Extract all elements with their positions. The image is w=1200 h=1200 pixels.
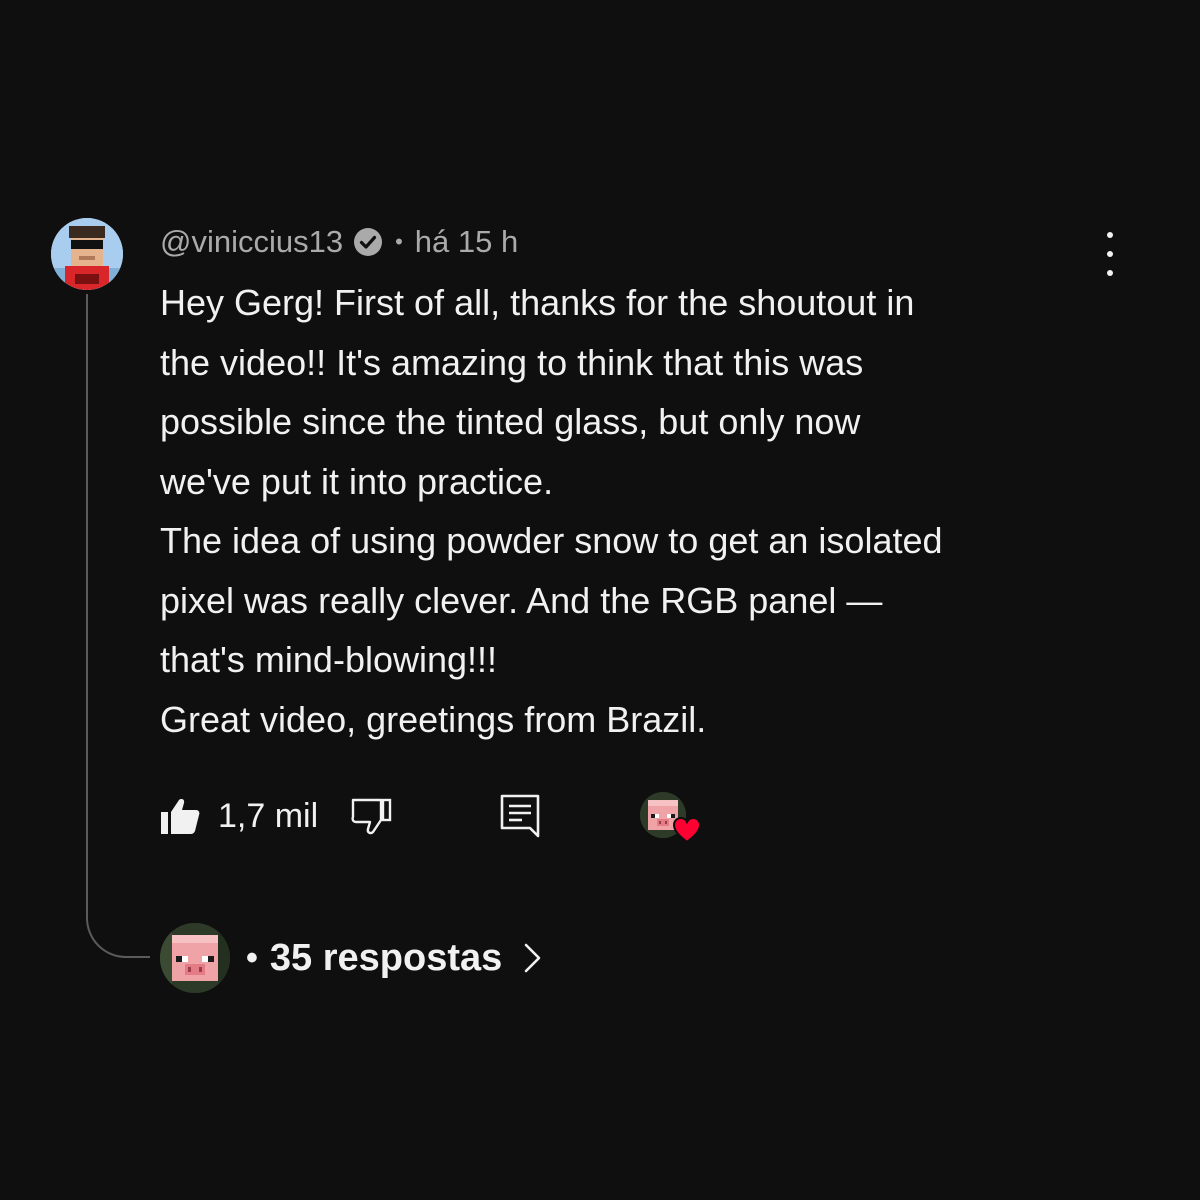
author-name[interactable]: @viniccius13 — [160, 224, 343, 260]
comment-actions: 1,7 mil — [158, 790, 718, 846]
comment-line: possible since the tinted glass, but onl… — [160, 401, 861, 442]
creator-heart-badge — [640, 792, 704, 846]
comment-line: Hey Gerg! First of all, thanks for the s… — [160, 282, 915, 323]
reply-button[interactable] — [498, 792, 542, 840]
thread-line — [86, 294, 150, 958]
replies-count: 35 respostas — [269, 936, 503, 979]
like-count: 1,7 mil — [218, 797, 319, 835]
comment-time: há 15 h — [414, 224, 519, 259]
comment-thread: @viniccius13 • há 15 h Hey Gerg! First o… — [0, 0, 1200, 1200]
comment-line: that's mind-blowing!!! — [160, 639, 498, 680]
comment-line: the video!! It's amazing to think that t… — [160, 341, 864, 383]
comment-header: @viniccius13 • há 15 h — [160, 220, 518, 264]
heart-icon — [672, 816, 702, 844]
dislike-icon — [351, 798, 392, 835]
comment-line: we've put it into practice. — [160, 460, 554, 502]
like-icon — [161, 799, 200, 834]
author-avatar[interactable] — [51, 218, 123, 290]
comment-line: The idea of using powder snow to get an … — [160, 520, 943, 561]
dislike-button[interactable] — [348, 794, 394, 838]
like-button[interactable] — [158, 794, 202, 838]
reply-avatar — [160, 923, 230, 993]
more-options-button[interactable] — [1094, 232, 1126, 276]
chevron-right-icon — [522, 941, 544, 975]
verified-icon — [353, 227, 383, 257]
comment-body: Hey Gerg! First of all, thanks for the s… — [160, 273, 1120, 749]
more-vert-icon — [1107, 232, 1113, 238]
replies-separator: • — [246, 938, 258, 977]
comment-line: Great video, greetings from Brazil. — [160, 698, 707, 740]
view-replies-button[interactable]: • 35 respostas — [160, 922, 544, 994]
header-separator: • — [395, 229, 403, 254]
reply-icon — [500, 794, 540, 838]
comment-line: pixel was really clever. And the RGB pan… — [160, 579, 883, 621]
